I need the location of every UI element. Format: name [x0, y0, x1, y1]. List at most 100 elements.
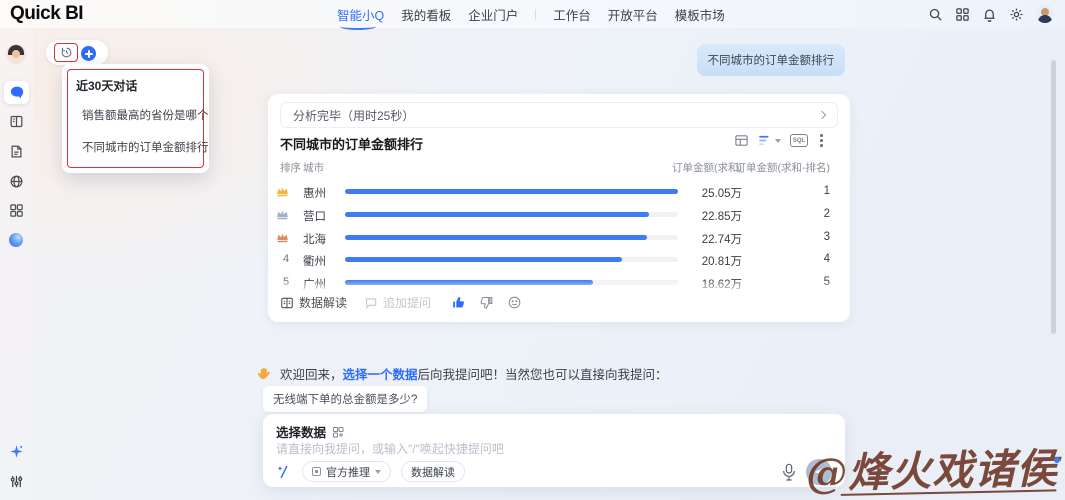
gear-icon[interactable]: [1009, 7, 1024, 22]
search-icon[interactable]: [928, 7, 943, 22]
select-data-link[interactable]: 选择一个数据: [343, 368, 418, 382]
reasoning-mode-label: 官方推理: [326, 464, 370, 480]
follow-up-button[interactable]: 追加提问: [364, 294, 431, 311]
column-sort: 排序: [280, 160, 301, 175]
rank-medal-cell: [276, 186, 296, 197]
bar-track: [345, 235, 678, 240]
rank-number-cell: 1: [708, 185, 830, 197]
sidebar-item-chat[interactable]: [4, 81, 29, 104]
top-bar: Quick BI 智能小Q 我的看板 企业门户 工作台 开放平台 模板市场: [0, 0, 1065, 28]
sidebar-item-dashboard[interactable]: [9, 114, 24, 129]
welcome-suffix: 后向我提问吧！当然您也可以直接向我提问：: [418, 368, 668, 382]
history-button[interactable]: [54, 43, 78, 62]
microphone-icon[interactable]: [781, 463, 797, 483]
history-icon: [60, 46, 73, 59]
left-sidebar: [0, 28, 33, 500]
nav-divider: [535, 9, 536, 20]
nav-item-6[interactable]: 模板市场: [675, 5, 725, 24]
suggestion-chip[interactable]: 无线端下单的总金额是多少?: [263, 386, 427, 412]
nav-item-2[interactable]: 我的看板: [401, 5, 451, 24]
nav-item-1[interactable]: 智能小Q: [337, 5, 384, 24]
analysis-status-row[interactable]: 分析完毕（用时25秒）: [280, 102, 838, 128]
bar-track: [345, 212, 678, 217]
new-chat-button[interactable]: [81, 46, 96, 61]
data-sphere-icon[interactable]: [9, 233, 23, 247]
data-interpret-button[interactable]: 数据解读: [280, 294, 347, 311]
nav-item-3[interactable]: 企业门户: [468, 5, 518, 24]
assistant-chat-icon: [10, 86, 24, 99]
sidebar-item-report[interactable]: [9, 144, 24, 159]
rank-medal-cell: 5: [276, 276, 296, 288]
history-popup: 近30天对话 销售额最高的省份是哪个 不同城市的订单金额排行: [62, 64, 209, 173]
sidebar-item-analysis[interactable]: [9, 174, 24, 189]
paper-plane-icon: [813, 466, 826, 479]
table-row: 4 衢州 20.81万 4: [268, 248, 850, 271]
nav-item-5[interactable]: 开放平台: [608, 5, 658, 24]
select-data-button[interactable]: 选择数据: [276, 422, 344, 441]
analysis-card: 分析完毕（用时25秒） 不同城市的订单金额排行 SQL 排序 城市 订单金额(求…: [268, 94, 850, 322]
bar-fill: [345, 280, 593, 285]
rank-medal-cell: [276, 209, 296, 220]
follow-up-label: 追加提问: [383, 294, 431, 311]
top-nav: 智能小Q 我的看板 企业门户 工作台 开放平台 模板市场: [337, 0, 725, 28]
chart-type-selector[interactable]: [758, 134, 781, 147]
interpret-pill[interactable]: 数据解读: [401, 461, 465, 482]
history-list: 销售额最高的省份是哪个 不同城市的订单金额排行: [76, 107, 195, 155]
table-row: 5 广州 18.62万 5: [268, 271, 850, 290]
input-panel: 选择数据 官方推理 数据解读: [263, 414, 845, 487]
card-footer: 数据解读 追加提问: [280, 294, 522, 311]
reasoning-mode-pill[interactable]: 官方推理: [302, 461, 391, 482]
question-input[interactable]: [276, 441, 696, 457]
thumbs-up-icon[interactable]: [451, 295, 466, 310]
data-globe-icon: [9, 174, 24, 189]
model-icon: [312, 467, 321, 476]
apps-grid-icon[interactable]: [955, 7, 970, 22]
history-item-label: 不同城市的订单金额排行: [82, 139, 209, 155]
rank-medal-cell: [276, 232, 296, 243]
vertical-scrollbar[interactable]: [1051, 60, 1056, 334]
table-row: 营口 22.85万 2: [268, 203, 850, 226]
input-toolbar: 官方推理 数据解读: [276, 461, 465, 482]
watermark-dot: [1054, 457, 1060, 463]
city-cell: 营口: [303, 208, 326, 224]
quickbi-logo[interactable]: Quick BI: [10, 3, 83, 25]
table-header: 排序 城市 订单金额(求和) 订单金额(求和-排名): [268, 160, 850, 176]
rank-number-cell: 2: [708, 208, 830, 220]
user-avatar[interactable]: [1036, 5, 1054, 23]
welcome-prefix: 欢迎回来，: [280, 368, 343, 382]
emoji-feedback-icon[interactable]: [507, 295, 522, 310]
avatar-body: [1038, 15, 1052, 23]
city-cell: 北海: [303, 231, 326, 247]
table-view-icon[interactable]: [734, 133, 749, 148]
welcome-message: 欢迎回来，选择一个数据后向我提问吧！当然您也可以直接向我提问：: [256, 364, 668, 383]
city-cell: 广州: [303, 276, 326, 290]
bar-track: [345, 257, 678, 262]
bar-fill: [345, 257, 622, 262]
more-menu-icon[interactable]: [817, 134, 826, 147]
quick-ask-icon[interactable]: [276, 464, 292, 480]
column-city: 城市: [303, 160, 324, 175]
interpret-pill-label: 数据解读: [411, 464, 455, 480]
bell-icon[interactable]: [982, 7, 997, 22]
history-list-item[interactable]: 销售额最高的省份是哪个: [76, 107, 195, 123]
history-popup-title: 近30天对话: [76, 77, 195, 94]
chevron-down-icon: [375, 470, 381, 474]
ai-sparkle-icon[interactable]: [9, 444, 24, 459]
sql-view-icon[interactable]: SQL: [790, 134, 808, 147]
thumbs-down-icon[interactable]: [479, 295, 494, 310]
chevron-right-icon: [818, 111, 826, 119]
annotation-red-box: 近30天对话 销售额最高的省份是哪个 不同城市的订单金额排行: [67, 69, 204, 168]
nav-item-4[interactable]: 工作台: [553, 5, 591, 24]
ranking-table-body: 惠州 25.05万 1 营口 22.85万 2 北海 22.74万 3 4 衢州…: [268, 180, 850, 290]
send-button[interactable]: [806, 459, 832, 485]
adjust-sliders-icon[interactable]: [9, 474, 24, 489]
follow-up-chat-icon: [364, 296, 378, 310]
rank-number-cell: 4: [708, 253, 830, 265]
rank-number-cell: 5: [708, 276, 830, 288]
table-row: 北海 22.74万 3: [268, 226, 850, 249]
history-list-item[interactable]: 不同城市的订单金额排行: [76, 139, 195, 155]
assistant-avatar[interactable]: [6, 44, 26, 64]
interpret-book-icon: [280, 296, 294, 310]
select-data-label: 选择数据: [276, 422, 326, 441]
sidebar-item-apps[interactable]: [9, 203, 24, 218]
